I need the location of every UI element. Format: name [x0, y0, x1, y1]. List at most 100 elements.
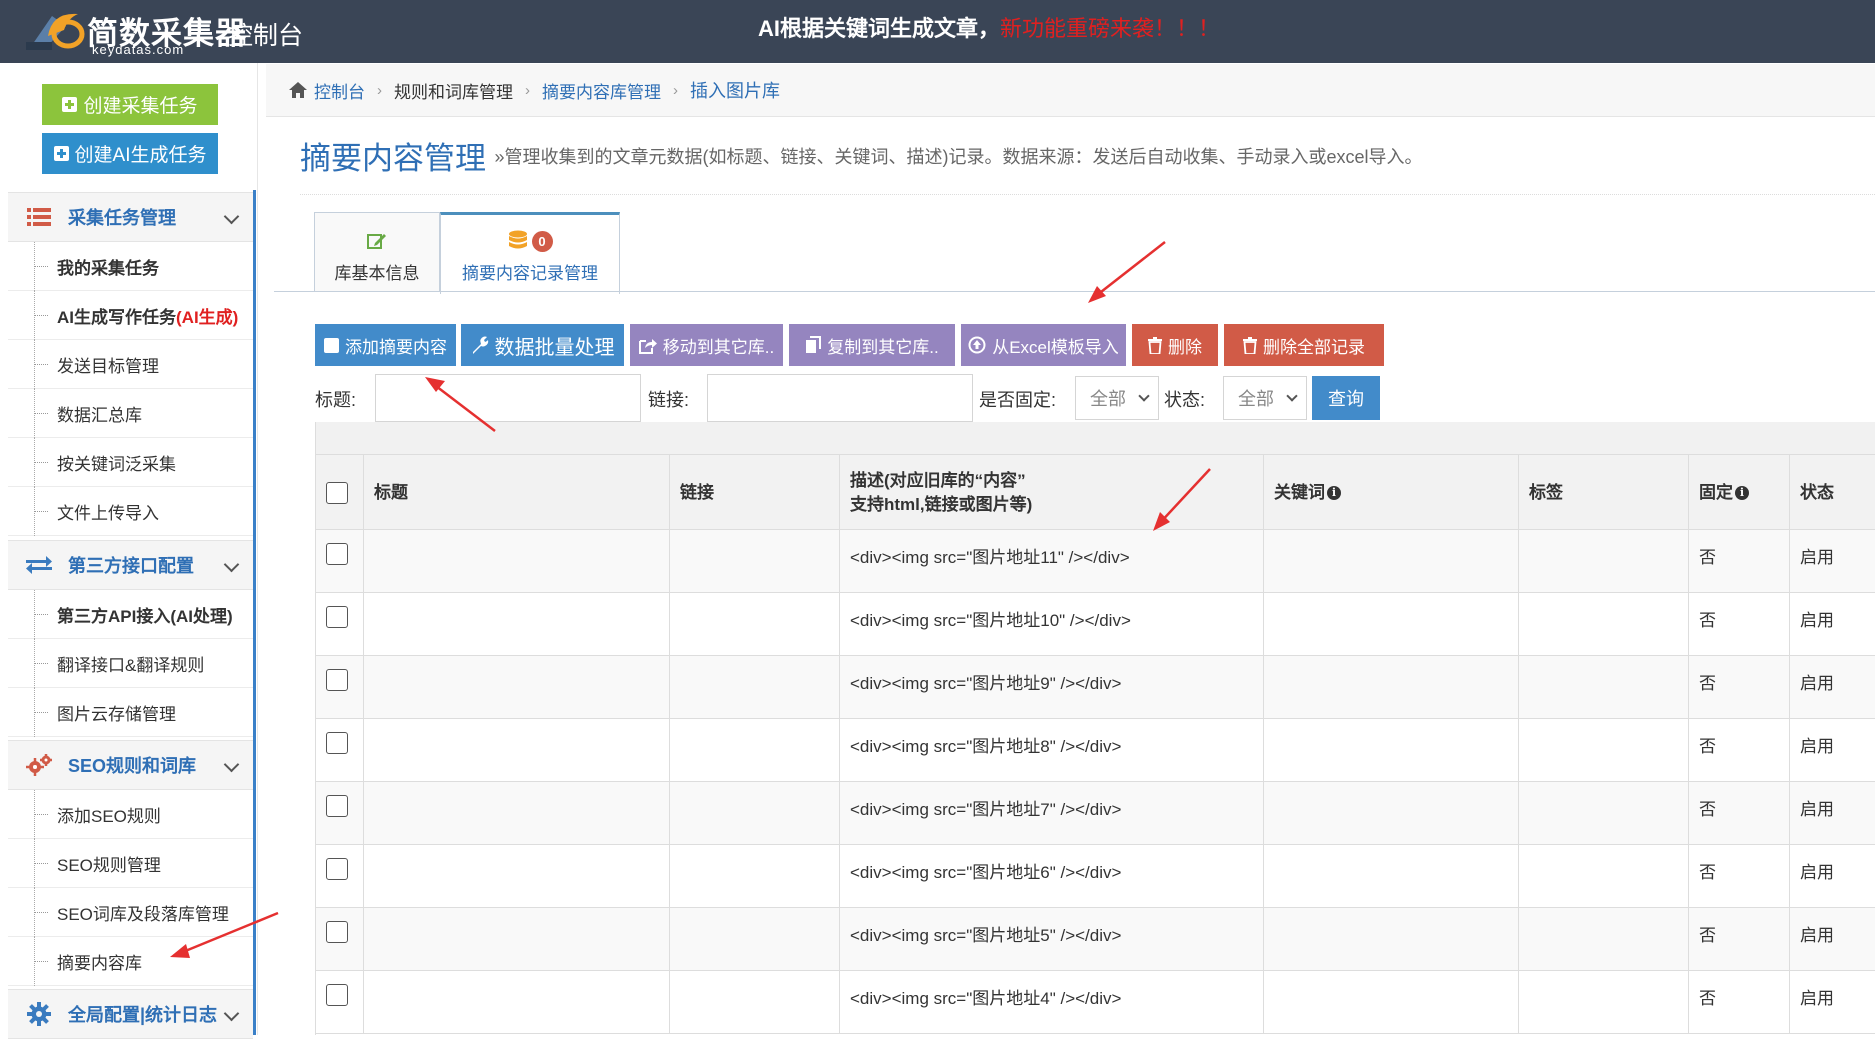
- annotation-arrowhead-icon: [1088, 286, 1106, 303]
- sidebar-item-seo-rules[interactable]: SEO规则管理: [8, 839, 253, 888]
- table-row[interactable]: <div><img src="图片地址7" /></div> 否 启用: [316, 782, 1875, 845]
- ai-badge-text: (AI生成): [176, 307, 239, 327]
- row-checkbox[interactable]: [326, 984, 348, 1006]
- create-ai-task-button[interactable]: 创建AI生成任务: [42, 133, 218, 174]
- delete-button[interactable]: 删除: [1132, 324, 1218, 366]
- plus-icon: [62, 97, 78, 112]
- chevron-down-icon: [223, 208, 240, 225]
- table-row[interactable]: <div><img src="图片地址10" /></div> 否 启用: [316, 593, 1875, 656]
- table-row[interactable]: <div><img src="图片地址8" /></div> 否 启用: [316, 719, 1875, 782]
- exchange-icon: [22, 555, 56, 575]
- td-description: <div><img src="图片地址10" /></div>: [839, 593, 1263, 656]
- batch-process-label: 数据批量处理: [494, 336, 615, 359]
- sidebar-item-third-party-api[interactable]: 第三方API接入(AI处理): [8, 590, 253, 639]
- sidebar-section-collect[interactable]: 采集任务管理: [8, 192, 253, 242]
- info-icon[interactable]: i: [1327, 486, 1341, 500]
- sidebar-item-ai-writing[interactable]: AI生成写作任务(AI生成): [8, 291, 253, 340]
- row-checkbox[interactable]: [326, 732, 348, 754]
- fixed-filter-select[interactable]: 全部: [1075, 376, 1159, 420]
- th-link[interactable]: 链接: [669, 455, 839, 531]
- table-row[interactable]: <div><img src="图片地址6" /></div> 否 启用: [316, 845, 1875, 908]
- sidebar-section-seo[interactable]: SEO规则和词库: [8, 740, 253, 790]
- th-title[interactable]: 标题: [363, 455, 669, 531]
- td-description: <div><img src="图片地址9" /></div>: [839, 656, 1263, 719]
- table-row[interactable]: <div><img src="图片地址11" /></div> 否 启用: [316, 530, 1875, 593]
- announcement[interactable]: AI根据关键词生成文章，新功能重磅来袭！！！: [758, 11, 1220, 43]
- query-button[interactable]: 查询: [1312, 376, 1380, 420]
- td-fixed: 否: [1688, 908, 1789, 971]
- th-keywords[interactable]: 关键词 i: [1263, 455, 1518, 531]
- logo-subtitle: keydatas.com: [92, 42, 185, 57]
- create-task-button[interactable]: 创建采集任务: [42, 84, 218, 125]
- sidebar-item-add-seo-rule[interactable]: 添加SEO规则: [8, 790, 253, 839]
- batch-process-button[interactable]: 数据批量处理: [461, 324, 624, 366]
- sidebar-item-summary-library[interactable]: 摘要内容库: [8, 937, 253, 986]
- sidebar-item-translation[interactable]: 翻译接口&翻译规则: [8, 639, 253, 688]
- sidebar-item-file-upload[interactable]: 文件上传导入: [8, 487, 253, 536]
- select-all-checkbox[interactable]: [326, 482, 348, 504]
- td-keywords: [1263, 971, 1518, 1034]
- fixed-filter-value: 全部: [1090, 389, 1126, 409]
- sidebar-item-label: 第三方API接入(AI处理): [57, 606, 233, 626]
- excel-import-label: 从Excel模板导入: [992, 337, 1119, 357]
- td-link: [669, 719, 839, 782]
- sidebar-section-global-config[interactable]: 全局配置|统计日志: [8, 989, 253, 1039]
- info-icon[interactable]: i: [1735, 486, 1749, 500]
- status-filter-select[interactable]: 全部: [1223, 376, 1307, 420]
- breadcrumb-current[interactable]: 插入图片库: [690, 77, 780, 103]
- title-filter-input[interactable]: [375, 374, 641, 422]
- td-link: [669, 908, 839, 971]
- sidebar-item-seo-lexicon[interactable]: SEO词库及段落库管理: [8, 888, 253, 937]
- sidebar-item-keyword-collect[interactable]: 按关键词泛采集: [8, 438, 253, 487]
- breadcrumb-item[interactable]: 摘要内容库管理: [542, 78, 661, 103]
- td-keywords: [1263, 656, 1518, 719]
- row-checkbox[interactable]: [326, 795, 348, 817]
- link-filter-label: 链接:: [648, 390, 690, 410]
- sidebar-item-image-storage[interactable]: 图片云存储管理: [8, 688, 253, 737]
- td-title: [363, 719, 669, 782]
- row-checkbox[interactable]: [326, 606, 348, 628]
- sidebar-section-third-party[interactable]: 第三方接口配置: [8, 540, 253, 590]
- td-keywords: [1263, 719, 1518, 782]
- breadcrumb-home[interactable]: 控制台: [314, 78, 365, 103]
- home-icon[interactable]: [288, 81, 308, 99]
- td-status: 启用: [1789, 782, 1875, 845]
- delete-all-button[interactable]: 删除全部记录: [1224, 324, 1384, 366]
- sidebar-item-send-targets[interactable]: 发送目标管理: [8, 340, 253, 389]
- tab-records[interactable]: 0 摘要内容记录管理: [440, 212, 620, 294]
- td-keywords: [1263, 593, 1518, 656]
- breadcrumb-item: 规则和词库管理: [394, 82, 513, 102]
- tab-basic-info[interactable]: 库基本信息: [314, 212, 440, 292]
- table-row[interactable]: <div><img src="图片地址4" /></div> 否 启用: [316, 971, 1875, 1034]
- row-checkbox[interactable]: [326, 543, 348, 565]
- status-filter-label: 状态:: [1164, 390, 1206, 410]
- move-to-library-button[interactable]: 移动到其它库..: [630, 324, 783, 366]
- td-title: [363, 908, 669, 971]
- td-link: [669, 971, 839, 1034]
- td-fixed: 否: [1688, 593, 1789, 656]
- cogs-icon: [22, 753, 56, 777]
- sidebar-item-data-library[interactable]: 数据汇总库: [8, 389, 253, 438]
- row-checkbox[interactable]: [326, 858, 348, 880]
- table-row[interactable]: <div><img src="图片地址9" /></div> 否 启用: [316, 656, 1875, 719]
- sidebar-section-label: 全局配置|统计日志: [68, 1005, 218, 1025]
- th-fixed[interactable]: 固定 i: [1688, 455, 1789, 531]
- title-filter-label: 标题:: [315, 390, 357, 410]
- add-summary-button[interactable]: 添加摘要内容: [315, 324, 456, 366]
- excel-import-button[interactable]: 从Excel模板导入: [961, 324, 1126, 366]
- sidebar-section-label: 第三方接口配置: [68, 556, 194, 576]
- copy-to-library-button[interactable]: 复制到其它库..: [789, 324, 955, 366]
- table-row[interactable]: <div><img src="图片地址5" /></div> 否 启用: [316, 908, 1875, 971]
- td-title: [363, 782, 669, 845]
- logo[interactable]: 简数采集器 keydatas.com: [22, 6, 246, 57]
- link-filter-input[interactable]: [707, 374, 973, 422]
- sidebar-item-my-tasks[interactable]: 我的采集任务: [8, 242, 253, 291]
- row-checkbox[interactable]: [326, 921, 348, 943]
- td-status: 启用: [1789, 593, 1875, 656]
- trash-icon: [1148, 336, 1162, 354]
- row-checkbox[interactable]: [326, 669, 348, 691]
- th-tags[interactable]: 标签: [1518, 455, 1688, 531]
- wrench-icon: [472, 336, 488, 354]
- th-description[interactable]: 描述(对应旧库的“内容” 支持html,链接或图片等): [839, 455, 1263, 531]
- th-status[interactable]: 状态: [1789, 455, 1875, 531]
